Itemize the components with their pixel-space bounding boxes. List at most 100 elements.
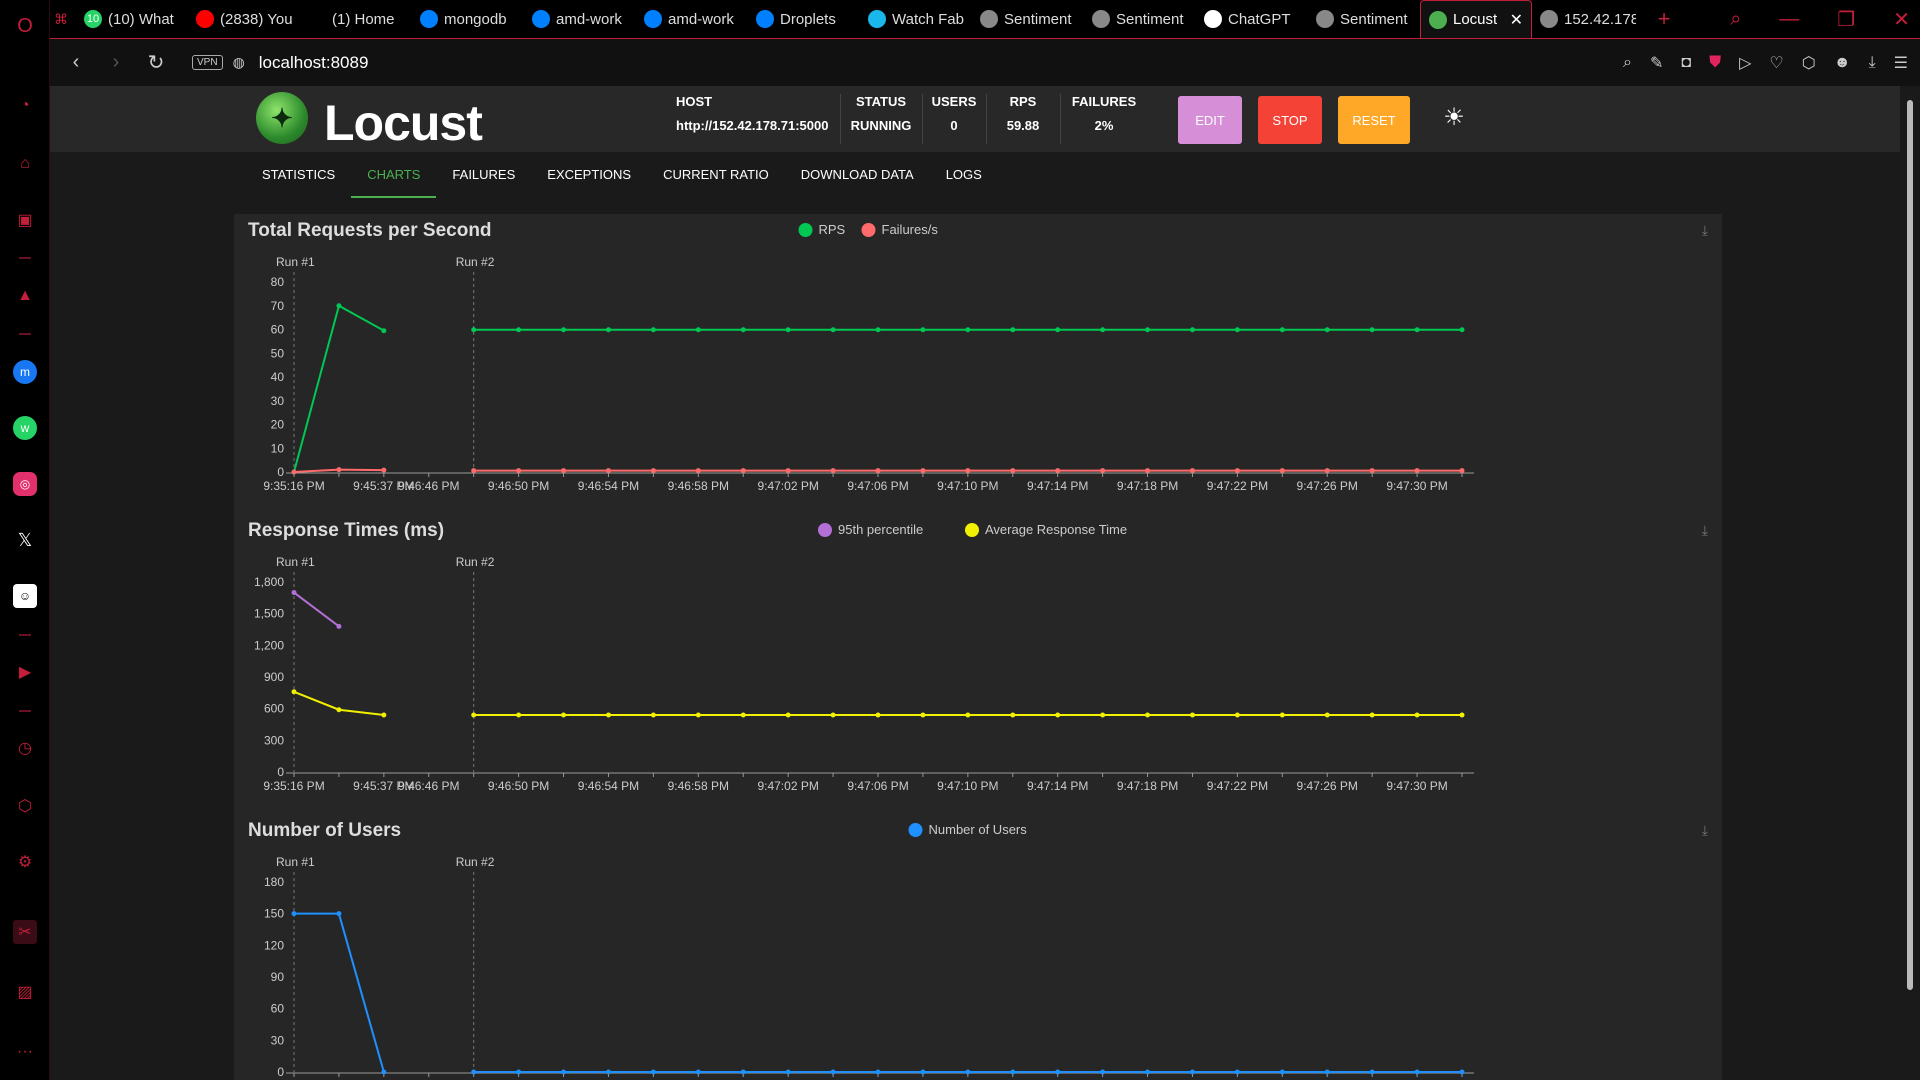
reset-button[interactable]: RESET [1338,96,1410,144]
heart-icon[interactable]: ♡ [1769,53,1783,73]
history-icon[interactable]: ◷ [13,736,37,760]
back-button[interactable]: ‹ [56,51,96,74]
chart-svg: Number of Users03060901201501809:35:16 P… [263,822,1474,1080]
download-chart-icon[interactable]: ⤓ [1702,522,1708,539]
edit-icon[interactable]: ✎ [1650,53,1663,73]
restore-button[interactable]: ❐ [1837,7,1855,32]
data-point [1234,468,1240,474]
data-point [830,1069,836,1075]
browser-tab[interactable]: Sentiment [972,0,1084,38]
browser-tab[interactable]: amd-work [636,0,748,38]
gx-control-icon[interactable]: ✂ [13,920,37,944]
data-point [740,327,746,333]
instagram-icon[interactable]: ◎ [13,472,37,496]
data-point [1145,1069,1151,1075]
gx-corner-icon[interactable]: ▣ [13,208,37,232]
close-tab-icon[interactable]: ✕ [1510,10,1523,30]
gamepad-icon[interactable]: ⌘ [50,0,76,38]
browser-tab[interactable]: amd-work [524,0,636,38]
browser-tab[interactable]: Locust ✕ [1420,0,1532,38]
legend-marker [908,823,923,837]
x-twitter-icon[interactable]: 𝕏 [13,528,37,552]
minimize-button[interactable]: — [1779,8,1799,31]
x-tick-label: 9:47:10 PM [937,779,998,793]
tab-current-ratio[interactable]: CURRENT RATIO [647,152,785,198]
new-tab-button[interactable]: + [1644,0,1684,38]
browser-tab[interactable]: ChatGPT [1196,0,1308,38]
browser-tab[interactable]: Sentiment [1308,0,1420,38]
settings-icon[interactable]: ⚙ [13,850,37,874]
theme-toggle-icon[interactable]: ☀ [1442,106,1466,130]
scrollbar-thumb[interactable] [1907,100,1913,990]
sidebar-separator [19,333,31,335]
data-point [1145,327,1151,333]
browser-tab[interactable]: (2838) You [188,0,300,38]
player-icon[interactable]: ▶ [13,660,37,684]
locust-header: ✦ Locust HOST http://152.42.178.71:5000 … [50,86,1900,152]
speed-dial-icon[interactable]: ◔ [13,94,37,118]
shield-icon[interactable]: ⛊ [1709,54,1721,72]
edit-button[interactable]: EDIT [1178,96,1242,144]
whatsapp-icon[interactable]: w [13,416,37,440]
browser-tab[interactable]: 152.42.178 [1532,0,1644,38]
data-point [1369,1069,1375,1075]
tab-charts[interactable]: CHARTS [351,152,437,198]
tab-logs[interactable]: LOGS [930,152,998,198]
y-tick-label: 0 [277,1065,284,1079]
download-chart-icon[interactable]: ⤓ [1702,222,1708,239]
stat-separator [986,94,987,144]
discord-icon[interactable]: ☺ [13,584,37,608]
stop-button[interactable]: STOP [1258,96,1322,144]
tab-exceptions[interactable]: EXCEPTIONS [531,152,647,198]
find-icon[interactable]: ⌕ [1623,54,1632,72]
y-tick-label: 60 [271,1002,285,1016]
tab-download-data[interactable]: DOWNLOAD DATA [785,152,930,198]
locust-tabs: STATISTICS CHARTS FAILURES EXCEPTIONS CURREN… [246,152,998,198]
site-info-icon[interactable]: ◍ [233,54,245,71]
aria-icon[interactable]: ▲ [13,284,37,308]
data-point [1459,468,1465,474]
failures-stat: FAILURES 2% [1066,94,1142,144]
rps-value: 59.88 [1006,118,1040,133]
y-tick-label: 40 [271,370,285,384]
tab-failures[interactable]: FAILURES [436,152,531,198]
chart-title: Total Requests per Second [248,220,492,241]
data-point [965,468,971,474]
download-chart-icon[interactable]: ⤓ [1702,822,1708,839]
tab-title: Sentiment [1340,10,1408,28]
cube-icon[interactable]: ⬡ [1802,53,1816,73]
browser-tab[interactable]: Watch Fab [860,0,972,38]
x-tick-label: 9:47:18 PM [1117,479,1178,493]
tab-statistics[interactable]: STATISTICS [246,152,351,198]
search-icon[interactable]: ⌕ [1730,8,1741,31]
failures-value: 2% [1094,118,1114,133]
shop-icon[interactable]: ⌂ [13,152,37,176]
browser-tab[interactable]: 10 (10) What [76,0,188,38]
flow-icon[interactable]: ▷ [1739,53,1751,73]
host-value: http://152.42.178.71:5000 [676,118,829,133]
browser-tab[interactable]: Sentiment [1084,0,1196,38]
x-tick-label: 9:47:22 PM [1207,779,1268,793]
data-point [1100,468,1106,474]
messenger-icon[interactable]: m [13,360,37,384]
data-point [1459,1069,1465,1075]
more-icon[interactable]: ··· [13,1040,37,1064]
easy-setup-icon[interactable]: ☰ [1894,53,1908,73]
data-point [336,467,342,473]
extensions-icon[interactable]: ⬡ [13,794,37,818]
x-tick-label: 9:47:14 PM [1027,479,1088,493]
snapshot-icon[interactable]: ◘ [1681,54,1691,72]
opera-logo-icon[interactable]: O [13,14,37,38]
forward-button[interactable]: › [96,51,136,74]
close-window-button[interactable]: ✕ [1893,7,1910,32]
download-icon[interactable]: ⤓ [1869,54,1876,72]
reload-button[interactable]: ↻ [136,50,176,75]
url-field[interactable]: localhost:8089 [259,53,369,73]
browser-tab[interactable]: Droplets [748,0,860,38]
data-point [1459,327,1465,333]
wallpaper-icon[interactable]: ▨ [13,980,37,1004]
browser-tab[interactable]: (1) Home [300,0,412,38]
vpn-badge[interactable]: VPN [192,55,223,70]
profile-icon[interactable]: ☻ [1834,54,1851,72]
browser-tab[interactable]: mongodb [412,0,524,38]
